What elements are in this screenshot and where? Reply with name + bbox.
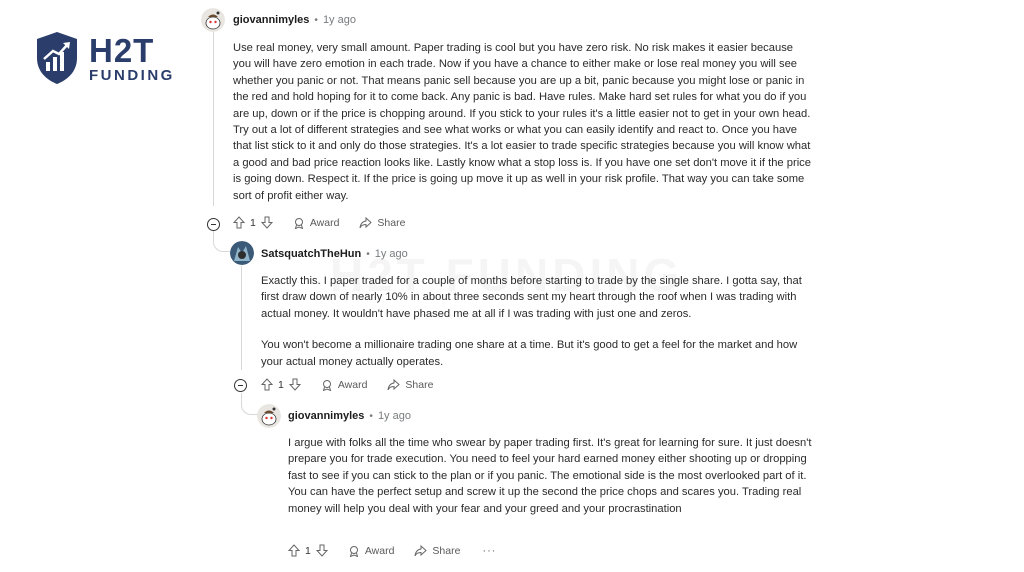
username[interactable]: giovannimyles [233, 14, 309, 26]
avatar[interactable] [201, 8, 225, 32]
award-label: Award [364, 544, 395, 557]
share-button[interactable]: Share [359, 216, 406, 229]
vote-count: 1 [278, 378, 284, 391]
upvote-icon[interactable] [261, 378, 273, 391]
comment-paragraph: Exactly this. I paper traded for a coupl… [261, 275, 802, 320]
comment-body: Use real money, very small amount. Paper… [233, 40, 811, 204]
separator-dot: • [366, 248, 370, 260]
vote-controls: 1 [261, 378, 301, 391]
username[interactable]: giovannimyles [288, 410, 364, 422]
downvote-icon[interactable] [260, 216, 273, 229]
comment-paragraph: You won't become a millionaire trading o… [261, 339, 798, 368]
vote-count: 1 [250, 216, 256, 229]
timestamp[interactable]: 1y ago [378, 410, 411, 422]
vote-count: 1 [305, 544, 311, 557]
h2t-funding-logo: H2T FUNDING [33, 30, 178, 90]
award-icon [349, 545, 359, 557]
thread-branch [241, 400, 258, 415]
share-button[interactable]: Share [414, 544, 461, 557]
separator-dot: • [369, 410, 373, 422]
award-button[interactable]: Award [321, 378, 368, 391]
share-label: Share [405, 378, 434, 391]
award-button[interactable]: Award [348, 544, 395, 557]
logo-brand-text: H2T [89, 32, 155, 69]
upvote-icon[interactable] [288, 544, 300, 557]
snoo-avatar-icon [230, 241, 254, 265]
award-icon [322, 379, 332, 391]
comment-body: Exactly this. I paper traded for a coupl… [261, 273, 811, 370]
upvote-icon[interactable] [233, 216, 245, 229]
timestamp[interactable]: 1y ago [375, 248, 408, 260]
thread-branch [213, 238, 230, 252]
snoo-avatar-icon [201, 8, 225, 32]
award-label: Award [337, 378, 368, 391]
share-label: Share [377, 216, 406, 229]
comment-paragraph: I argue with folks all the time who swea… [288, 437, 812, 515]
vote-controls: 1 [288, 544, 328, 557]
thread-line [241, 266, 242, 370]
comment-paragraph: Use real money, very small amount. Paper… [233, 42, 811, 202]
thread-line [213, 32, 214, 206]
logo-sub-text: FUNDING [89, 67, 175, 84]
separator-dot: • [314, 14, 318, 26]
avatar[interactable] [230, 241, 254, 265]
award-button[interactable]: Award [293, 216, 340, 229]
collapse-thread-button[interactable] [234, 379, 247, 392]
vote-controls: 1 [233, 216, 273, 229]
share-icon [359, 216, 373, 228]
shield-chart-icon [37, 32, 77, 84]
comment-body: I argue with folks all the time who swea… [288, 435, 812, 517]
username[interactable]: SatsquatchTheHun [261, 248, 361, 260]
collapse-thread-button[interactable] [207, 218, 220, 231]
award-label: Award [309, 216, 340, 229]
share-label: Share [432, 544, 461, 557]
downvote-icon[interactable] [288, 378, 301, 391]
share-icon [387, 378, 401, 390]
snoo-avatar-icon [257, 404, 281, 428]
share-button[interactable]: Share [387, 378, 434, 391]
timestamp[interactable]: 1y ago [323, 14, 356, 26]
award-icon [294, 217, 304, 229]
avatar[interactable] [257, 404, 281, 428]
share-icon [414, 544, 428, 556]
more-options-button[interactable]: ··· [482, 545, 496, 557]
downvote-icon[interactable] [315, 544, 328, 557]
